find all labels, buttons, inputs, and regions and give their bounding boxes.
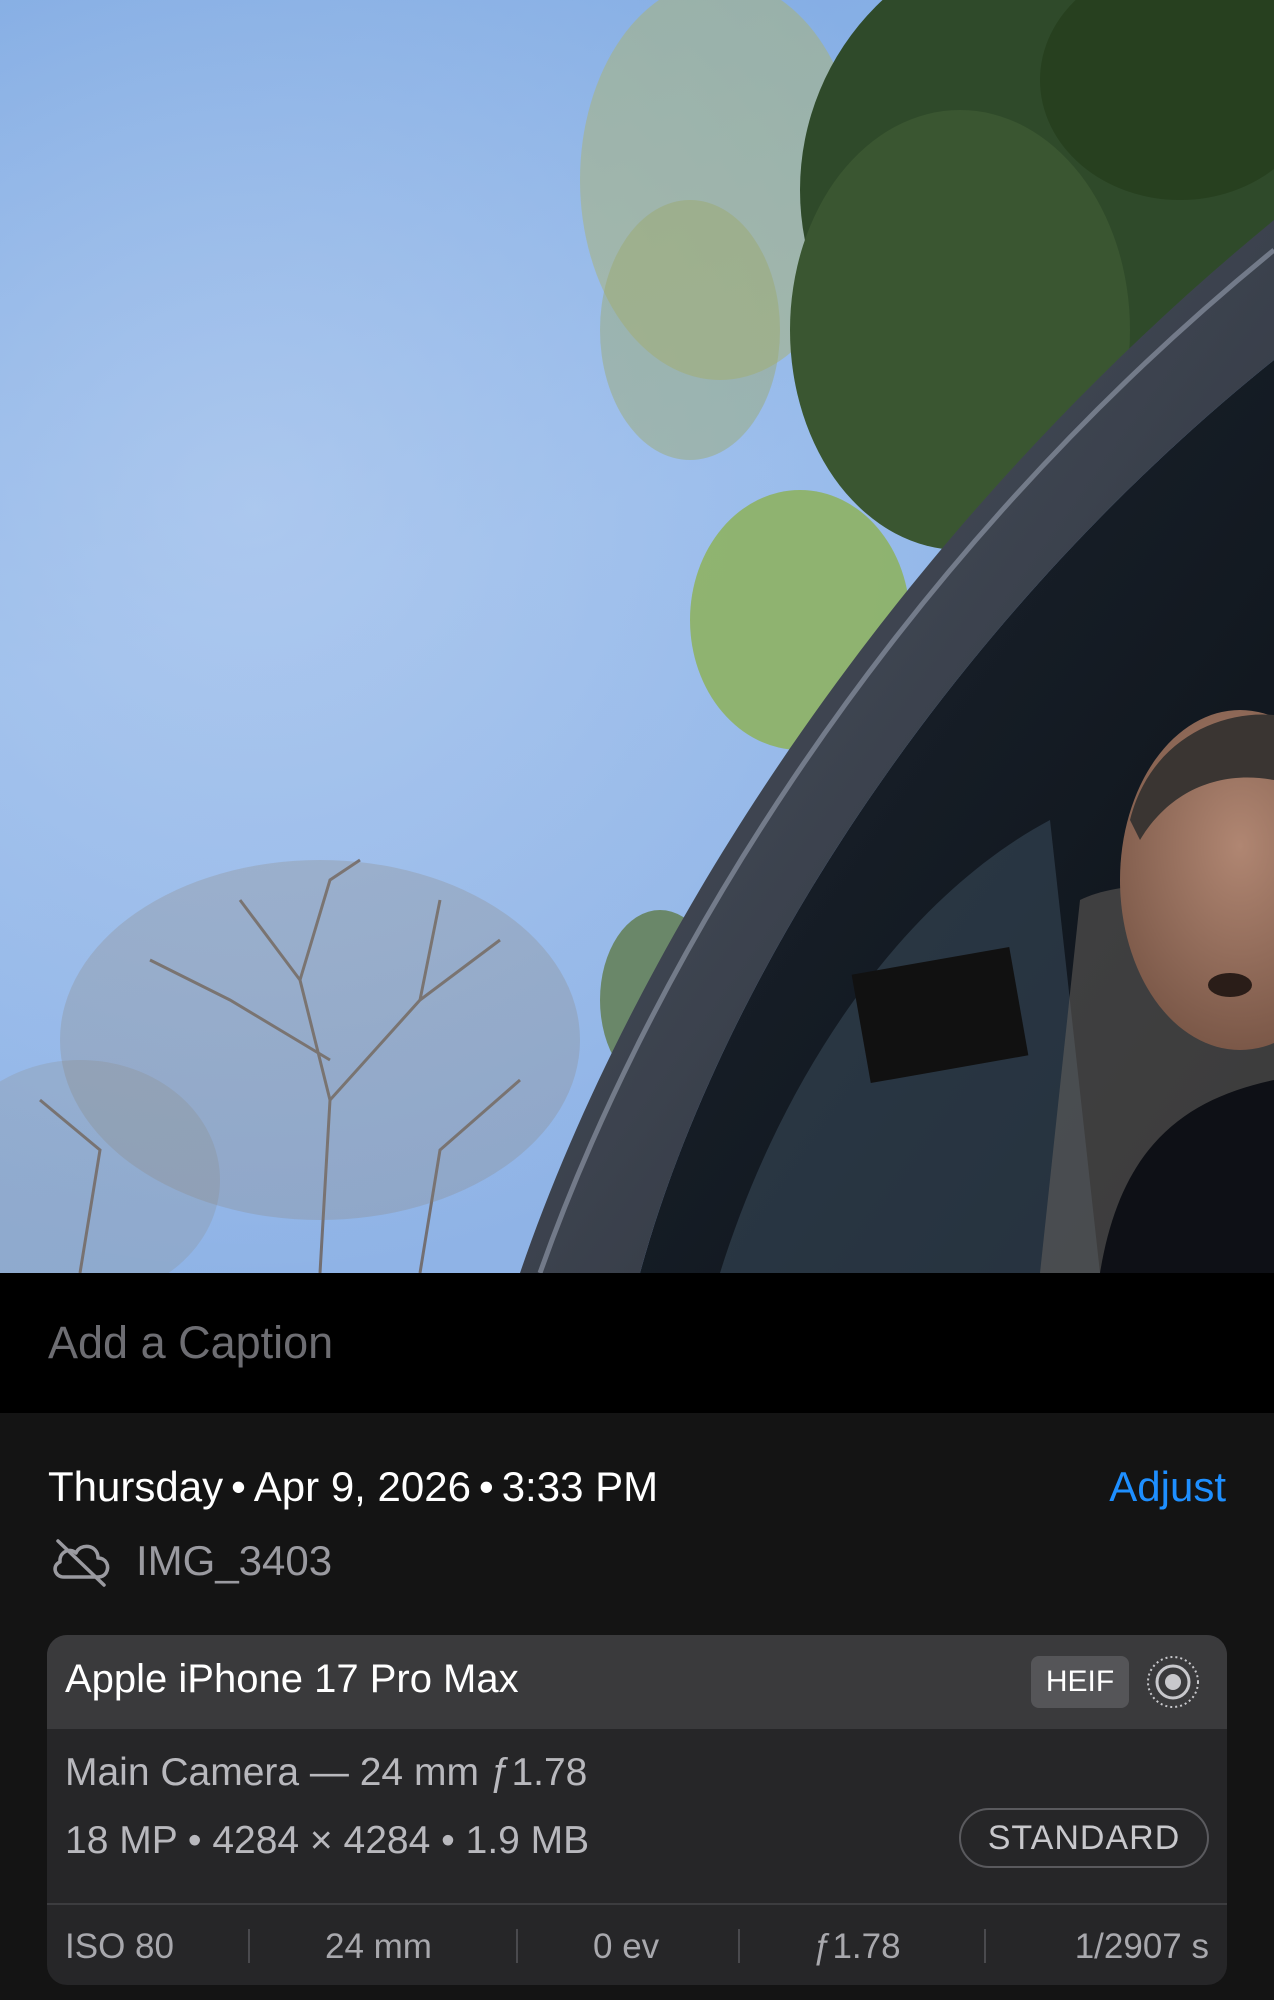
adjust-button[interactable]: Adjust [1109, 1463, 1226, 1511]
iso-value: ISO 80 [65, 1927, 174, 1966]
divider [248, 1929, 250, 1963]
camera-info-card: Apple iPhone 17 Pro Max HEIF Main Camera… [47, 1635, 1227, 1985]
caption-bar [0, 1273, 1274, 1413]
aperture-value: ƒ1.78 [813, 1927, 901, 1966]
image-specs: 18 MP • 4284 × 4284 • 1.9 MB [65, 1819, 590, 1862]
day-label: Thursday [48, 1463, 224, 1510]
lens-info: Main Camera — 24 mm ƒ1.78 [65, 1751, 588, 1794]
separator: • [478, 1463, 494, 1510]
divider [984, 1929, 986, 1963]
divider [738, 1929, 740, 1963]
info-panel: Thursday • Apr 9, 2026 • 3:33 PM Adjust IMG_… [0, 1413, 1274, 2000]
cloud-slash-icon [53, 1539, 110, 1587]
divider [516, 1929, 518, 1963]
photo-image [0, 0, 1274, 1273]
focal-length-value: 24 mm [325, 1927, 432, 1966]
separator: • [231, 1463, 246, 1510]
photographic-style-badge[interactable]: STANDARD [959, 1808, 1209, 1868]
camera-card-header: Apple iPhone 17 Pro Max HEIF [47, 1635, 1227, 1729]
file-name-row: IMG_3403 [48, 1533, 332, 1589]
format-badge: HEIF [1031, 1656, 1129, 1708]
photo-view[interactable] [0, 0, 1274, 1273]
file-name: IMG_3403 [136, 1537, 333, 1584]
exposure-value: 0 ev [593, 1927, 660, 1966]
exif-row: ISO 80 24 mm 0 ev ƒ1.78 1/2907 s [47, 1905, 1227, 1985]
caption-input[interactable] [48, 1313, 1228, 1373]
shutter-speed-value: 1/2907 s [1074, 1927, 1209, 1966]
live-photo-icon[interactable] [1145, 1654, 1201, 1710]
device-name: Apple iPhone 17 Pro Max [65, 1657, 519, 1701]
time-label: 3:33 PM [501, 1463, 659, 1510]
date-label: Apr 9, 2026 [253, 1463, 471, 1510]
date-time-line: Thursday • Apr 9, 2026 • 3:33 PM [48, 1463, 658, 1511]
